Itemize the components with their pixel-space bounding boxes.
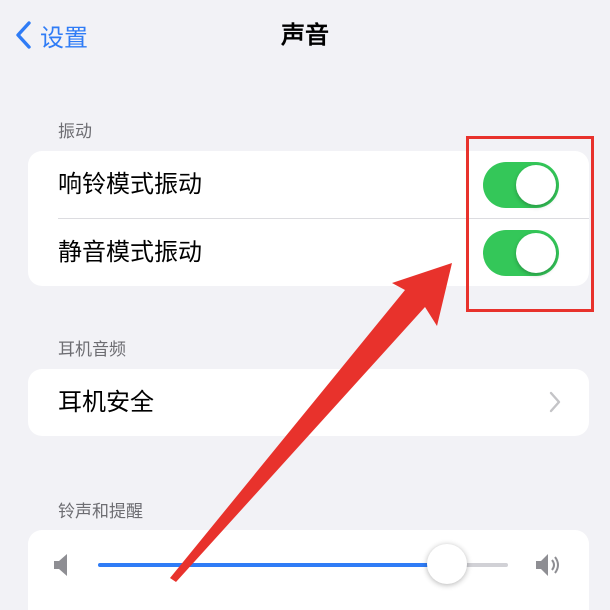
- silent-vibration-label: 静音模式振动: [58, 238, 202, 266]
- speaker-high-icon: [536, 554, 559, 576]
- navigation-bar: 设置 声音: [0, 0, 610, 72]
- section-header-headphone-audio: 耳机音频: [58, 340, 126, 360]
- row-headphone-safety[interactable]: 耳机安全: [28, 369, 589, 436]
- annotation-highlight-box: [466, 136, 594, 312]
- headphone-safety-label: 耳机安全: [58, 388, 154, 416]
- page-title: 声音: [281, 21, 329, 49]
- volume-slider-fill: [98, 563, 447, 567]
- ring-vibration-label: 响铃模式振动: [58, 170, 202, 198]
- volume-slider-thumb[interactable]: [426, 544, 467, 584]
- speaker-low-icon: [54, 554, 67, 576]
- ringtones-group: [28, 530, 589, 610]
- section-header-vibration: 振动: [58, 122, 92, 142]
- headphone-group: 耳机安全: [28, 369, 589, 436]
- chevron-right-icon: [549, 391, 561, 413]
- section-header-ringtones: 铃声和提醒: [58, 502, 143, 522]
